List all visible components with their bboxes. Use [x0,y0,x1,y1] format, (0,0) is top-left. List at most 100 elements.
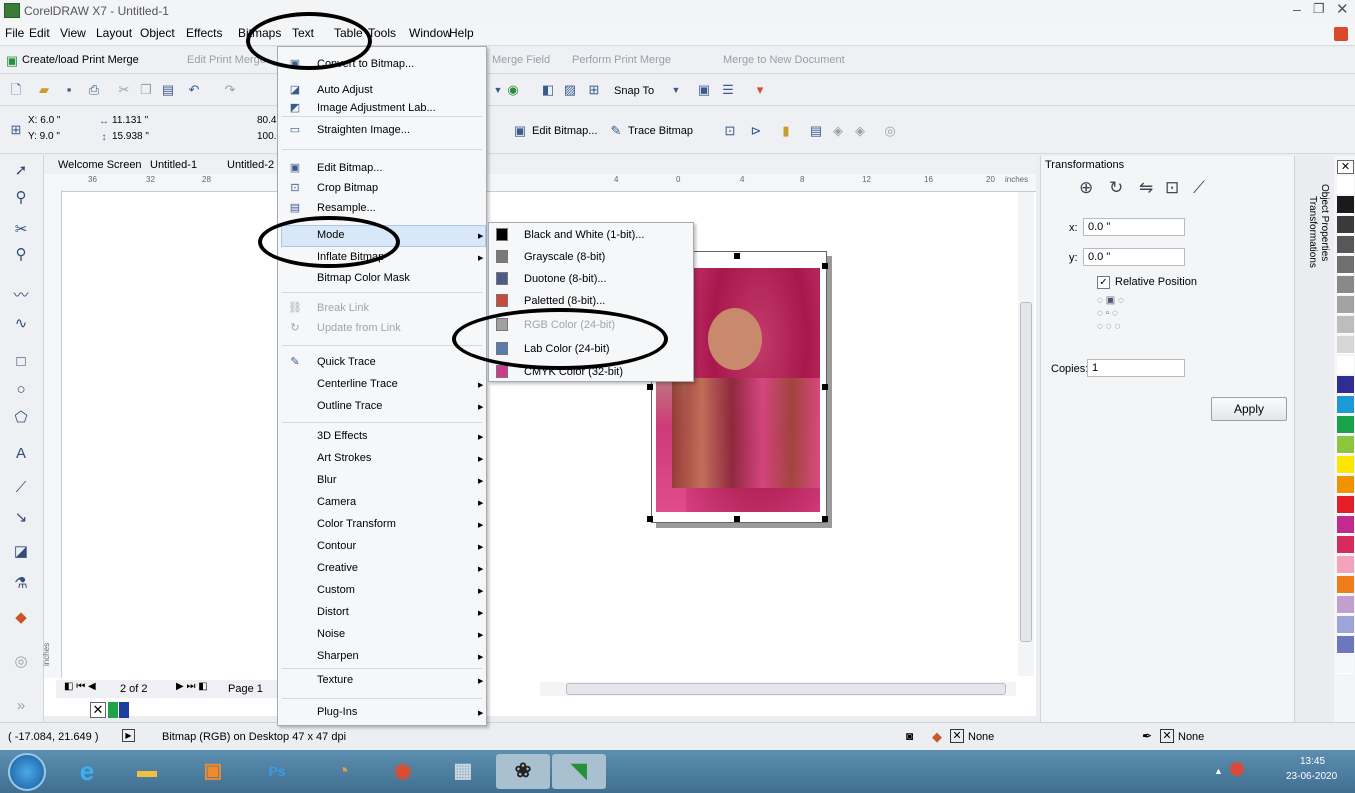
restore-button[interactable]: ❐ [1313,1,1325,17]
photoshop-icon[interactable]: Ps [250,754,304,789]
cut-icon[interactable]: ✂ [116,82,132,98]
menu-window[interactable]: Window [409,26,452,40]
apply-button[interactable]: Apply [1211,397,1287,421]
palette-swatch[interactable] [1337,336,1354,354]
merge-new-doc-button[interactable]: Merge to New Document [723,54,845,66]
bitmaps-item-contour[interactable]: Contour [317,540,356,552]
palette-swatch[interactable] [1337,356,1354,374]
tab-transformations[interactable]: Transformations [1307,196,1318,268]
selection-handle[interactable] [647,516,653,522]
selection-handle[interactable] [822,263,828,269]
ie-icon[interactable]: e [60,754,114,789]
merge-field-button[interactable]: Merge Field [492,54,550,66]
position-transform-icon[interactable]: ⊕ [1079,178,1093,198]
bitmaps-item-resample[interactable]: Resample... [317,202,376,214]
scale-x-field[interactable]: 80.4 [257,115,276,126]
palette-swatch[interactable] [1337,456,1354,474]
document-palette-swatch[interactable]: ✕ [90,702,106,718]
windows-start-icon[interactable] [8,753,46,791]
app-icon[interactable]: ❀ [496,754,550,789]
copy-icon[interactable]: ❐ [138,82,154,98]
tray-app-icon[interactable] [1230,762,1244,776]
pick-tool-icon[interactable]: ➚ [8,160,34,182]
blend-tool-icon[interactable]: ◪ [8,541,34,563]
palette-swatch[interactable] [1337,436,1354,454]
palette-swatch[interactable] [1337,276,1354,294]
menu-object[interactable]: Object [140,26,175,40]
menu-edit[interactable]: Edit [29,26,50,40]
coreldraw-icon[interactable]: ◥ [552,754,606,789]
account-icon[interactable] [1334,27,1348,41]
bitmaps-item-edit-bitmap[interactable]: Edit Bitmap... [317,162,382,174]
menu-help[interactable]: Help [449,26,474,40]
rulers-icon[interactable]: ▨ [562,82,578,98]
palette-swatch[interactable] [1337,596,1354,614]
skew-transform-icon[interactable]: ⟋ [1193,178,1205,198]
grid-icon[interactable]: ⊞ [586,82,602,98]
bitmaps-item-art-strokes[interactable]: Art Strokes [317,452,371,464]
anchor-grid-icon[interactable]: ◌ ▣ ◌ ◌ ▫ ◌ ◌ ◌ ◌ [1097,294,1124,333]
tab-object-properties[interactable]: Object Properties [1319,184,1330,261]
ellipse-tool-icon[interactable]: ○ [8,379,34,401]
connector-tool-icon[interactable]: ↘ [8,507,34,529]
size-transform-icon[interactable]: ⊡ [1165,178,1179,198]
smart-fill-icon[interactable]: ◎ [8,651,34,673]
rectangle-tool-icon[interactable]: □ [8,351,34,373]
palette-swatch[interactable] [1337,316,1354,334]
page-tab[interactable]: Page 1 [228,683,263,695]
media-icon[interactable]: ▣ [186,754,240,789]
chrome-icon[interactable]: ◉ [376,754,430,789]
bitmaps-item-auto-adjust[interactable]: Auto Adjust [317,84,373,96]
undo-icon[interactable]: ↶ [186,82,202,98]
palette-swatch[interactable] [1337,616,1354,634]
text-tool-icon[interactable]: A [8,443,34,465]
object-origin-icon[interactable]: ⊞ [8,122,24,138]
bitmaps-item-outline-trace[interactable]: Outline Trace [317,400,382,412]
explorer-icon[interactable]: ▬ [120,754,174,789]
color-proof-icon[interactable]: ◙ [906,729,913,743]
perform-merge-button[interactable]: Perform Print Merge [572,54,671,66]
edit-bitmap-icon[interactable]: ▣ [512,123,528,139]
close-button[interactable]: ✕ [1336,0,1349,18]
bitmaps-item-image-adjustment-lab[interactable]: Image Adjustment Lab... [317,102,436,114]
trace-bitmap-icon[interactable]: ✎ [608,123,624,139]
next-page-icon[interactable]: ▶ ⏭ ◧ [176,681,208,692]
bitmaps-item-crop-bitmap[interactable]: Crop Bitmap [317,182,378,194]
mode-item-grayscale-8-bit[interactable]: Grayscale (8-bit) [524,251,605,263]
full-screen-icon[interactable]: ◧ [540,82,556,98]
freehand-tool-icon[interactable]: 〰 [8,285,34,307]
vertical-scroll-thumb[interactable] [1020,302,1032,642]
tab-untitled-1[interactable]: Untitled-1 [150,159,197,171]
paste-icon[interactable]: ▤ [160,82,176,98]
bitmaps-item-camera[interactable]: Camera [317,496,356,508]
to-front-icon[interactable]: ◈ [830,123,846,139]
palette-swatch[interactable] [1337,396,1354,414]
bitmaps-item-straighten-image[interactable]: Straighten Image... [317,124,410,136]
palette-swatch[interactable] [1337,476,1354,494]
snap-to-button[interactable]: Snap To [614,85,654,97]
document-palette-swatch[interactable] [108,702,118,718]
align-icon[interactable]: ☰ [720,82,736,98]
bitmaps-item-break-link[interactable]: Break Link [317,302,369,314]
mode-item-black-and-white-1-bit[interactable]: Black and White (1-bit)... [524,229,644,241]
crop-tool-icon[interactable]: ✂ [8,219,34,241]
palette-swatch[interactable] [1337,576,1354,594]
bitmaps-item-bitmap-color-mask[interactable]: Bitmap Color Mask [317,272,410,284]
no-color-swatch[interactable]: ✕ [1337,160,1354,174]
palette-swatch[interactable] [1337,196,1354,214]
y-position-field[interactable]: Y: 9.0 " [28,131,60,142]
print-icon[interactable]: ⎙ [86,82,102,98]
palette-swatch[interactable] [1337,656,1354,674]
palette-swatch[interactable] [1337,636,1354,654]
copies-input[interactable]: 1 [1087,359,1185,377]
crop-icon[interactable]: ⊡ [722,123,738,139]
palette-swatch[interactable] [1337,556,1354,574]
relative-position-checkbox[interactable]: ✓ [1097,276,1110,289]
paint-icon[interactable]: ◔ [316,754,370,789]
trace-bitmap-button[interactable]: Trace Bitmap [628,125,693,137]
dimension-tool-icon[interactable]: ⟋ [8,477,34,499]
bitmaps-item-sharpen[interactable]: Sharpen [317,650,359,662]
document-palette-swatch[interactable] [119,702,129,718]
mode-item-paletted-8-bit[interactable]: Paletted (8-bit)... [524,295,605,307]
menu-file[interactable]: File [5,26,24,40]
